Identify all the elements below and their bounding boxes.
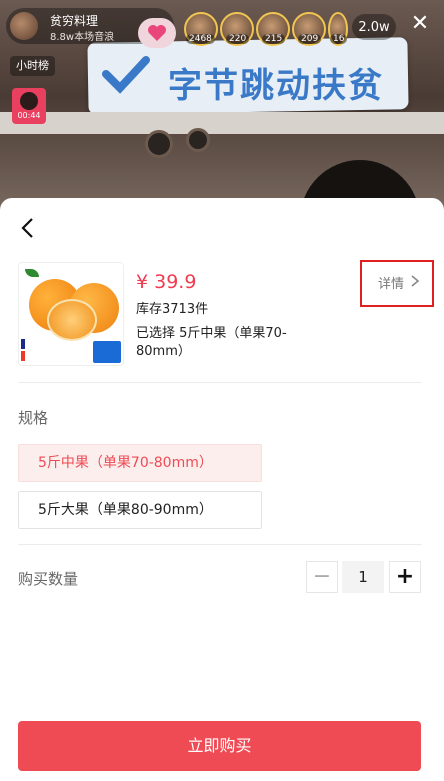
product-stock: 库存3713件 xyxy=(136,302,209,317)
back-arrow-icon[interactable] xyxy=(16,216,40,240)
image-badge xyxy=(21,351,25,361)
follow-button[interactable] xyxy=(138,18,176,48)
product-price: ¥ 39.9 xyxy=(136,271,197,293)
lamp xyxy=(186,128,210,152)
banner-logo-icon xyxy=(102,56,150,94)
countdown-icon xyxy=(20,92,38,110)
close-icon[interactable]: ✕ xyxy=(408,12,432,36)
leaf xyxy=(25,269,39,277)
quantity-plus-button[interactable]: + xyxy=(389,561,421,593)
hourly-rank[interactable]: 小时榜 xyxy=(10,56,55,76)
lamp xyxy=(145,130,173,158)
image-badge xyxy=(21,339,25,349)
detail-link[interactable]: 详情 xyxy=(378,273,404,292)
quantity-label: 购买数量 xyxy=(18,570,79,588)
quantity-value[interactable]: 1 xyxy=(342,561,384,593)
heart-icon xyxy=(148,25,166,41)
shelf xyxy=(0,112,444,134)
host-sound-waves: 8.8w本场音浪 xyxy=(50,32,115,43)
product-sheet: ¥ 39.9 库存3713件 已选择 5斤中果（单果70-80mm） 详情 规格… xyxy=(0,198,444,781)
spec-label: 规格 xyxy=(18,409,49,427)
product-image[interactable] xyxy=(18,262,124,366)
host-info[interactable]: 贫穷料理 8.8w本场音浪 xyxy=(6,8,176,48)
divider xyxy=(18,382,422,383)
image-badge xyxy=(93,341,121,363)
spec-option-large[interactable]: 5斤大果（单果80-90mm） xyxy=(18,491,262,529)
online-count[interactable]: 2.0w xyxy=(352,14,396,40)
buy-now-button[interactable]: 立即购买 xyxy=(18,721,421,771)
viewer-count: 215 xyxy=(262,34,286,44)
banner-text: 字节跳动扶贫 xyxy=(168,66,384,106)
quantity-minus-button[interactable]: − xyxy=(306,561,338,593)
countdown-badge[interactable]: 00:44 xyxy=(12,88,46,124)
avatar[interactable] xyxy=(10,12,38,40)
spec-option-medium[interactable]: 5斤中果（单果70-80mm） xyxy=(18,444,262,482)
countdown-time: 00:44 xyxy=(17,111,41,120)
selected-spec: 已选择 5斤中果（单果70-80mm） xyxy=(136,326,287,359)
orange-slice xyxy=(47,299,97,341)
viewer-count: 16 xyxy=(330,34,348,44)
host-name: 贫穷料理 xyxy=(50,14,99,28)
chevron-right-icon[interactable] xyxy=(410,274,420,288)
viewer-count: 209 xyxy=(298,34,322,44)
divider xyxy=(18,544,422,545)
live-stream-video: 字节跳动扶贫 贫穷料理 8.8w本场音浪 2468 220 215 209 16… xyxy=(0,0,444,215)
viewer-count: 2468 xyxy=(186,34,215,44)
viewer-count: 220 xyxy=(226,34,250,44)
